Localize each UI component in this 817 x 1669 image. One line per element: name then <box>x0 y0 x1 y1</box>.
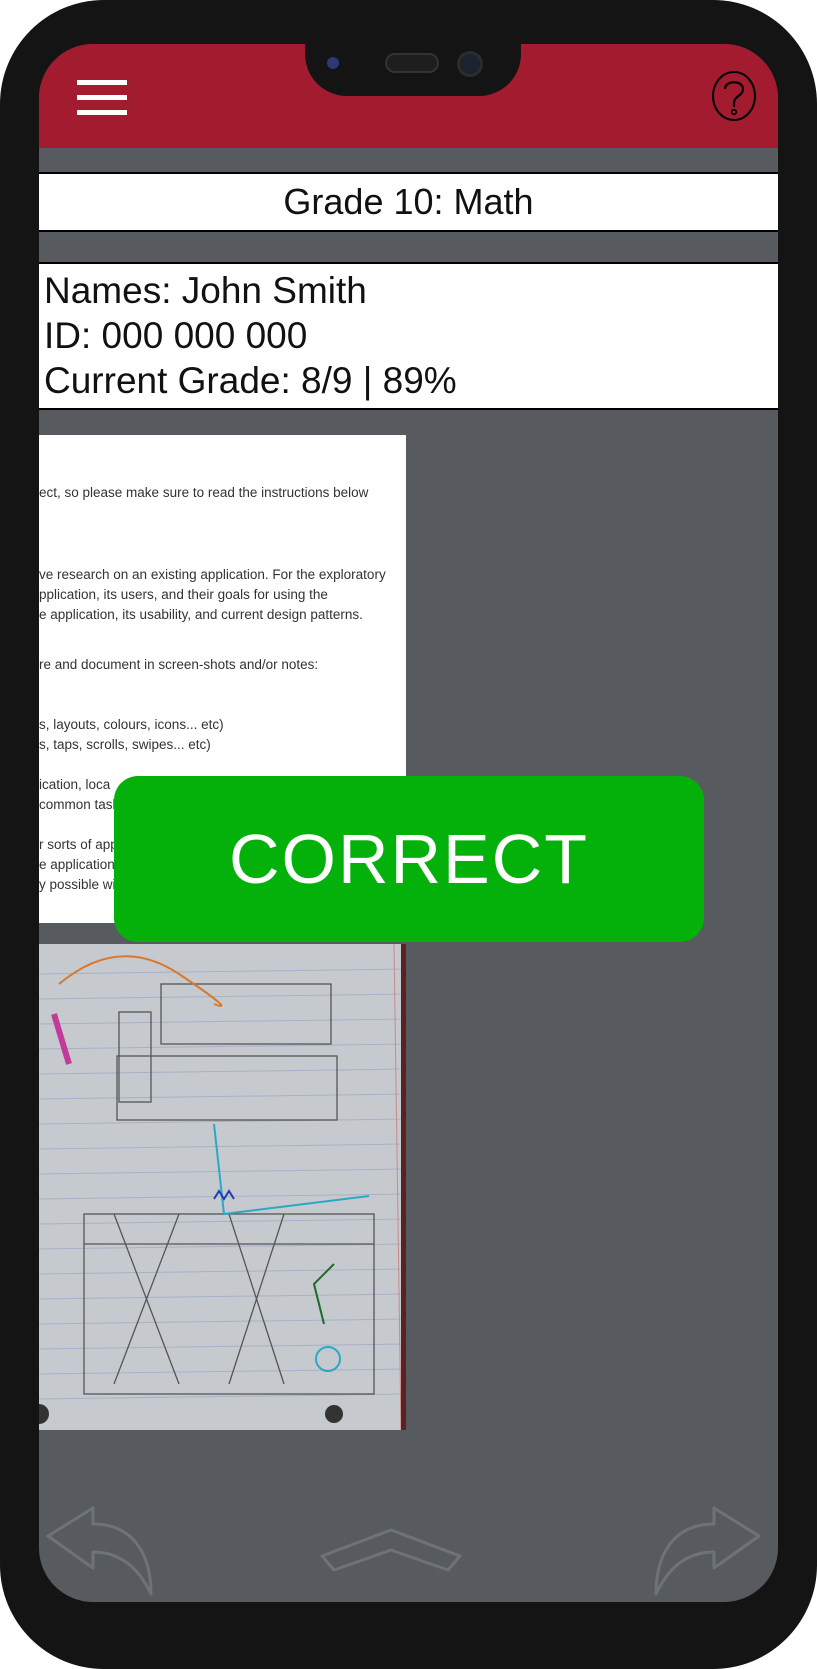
current-grade: Current Grade: 8/9 | 89% <box>44 360 457 401</box>
submission-sketch-image <box>39 944 406 1430</box>
student-name: Names: John Smith <box>44 270 367 311</box>
document-line: y possible wi <box>39 877 116 892</box>
chevron-up-icon[interactable] <box>320 1528 462 1574</box>
document-line: e application, its usability, and curren… <box>39 607 363 622</box>
document-line: ve research on an existing application. … <box>39 567 386 582</box>
student-id: ID: 000 000 000 <box>44 315 308 356</box>
forward-arrow-icon[interactable] <box>654 1506 762 1598</box>
phone-notch <box>305 44 521 96</box>
phone-frame: Grade 10: Math Names: John Smith ID: 000… <box>0 0 817 1669</box>
hamburger-menu-icon[interactable] <box>77 80 127 116</box>
student-info-panel: Names: John Smith ID: 000 000 000 Curren… <box>39 262 778 410</box>
document-line: common task <box>39 797 120 812</box>
question-mark-circle-icon[interactable] <box>710 70 758 122</box>
document-line: s, taps, scrolls, swipes... etc) <box>39 737 211 752</box>
back-arrow-icon[interactable] <box>45 1506 153 1598</box>
front-camera <box>457 51 483 77</box>
app-screen: Grade 10: Math Names: John Smith ID: 000… <box>39 44 778 1602</box>
sensor-dot <box>327 57 339 69</box>
document-line: r sorts of app <box>39 837 118 852</box>
document-line: ication, loca <box>39 777 111 792</box>
earpiece-speaker <box>385 53 439 73</box>
document-line: ect, so please make sure to read the ins… <box>39 485 369 500</box>
document-line: re and document in screen-shots and/or n… <box>39 657 319 672</box>
document-line: s, layouts, colours, icons... etc) <box>39 717 224 732</box>
document-line: pplication, its users, and their goals f… <box>39 587 328 602</box>
course-title: Grade 10: Math <box>39 172 778 232</box>
document-line: e application <box>39 857 115 872</box>
correct-feedback-banner: CORRECT <box>114 776 704 942</box>
